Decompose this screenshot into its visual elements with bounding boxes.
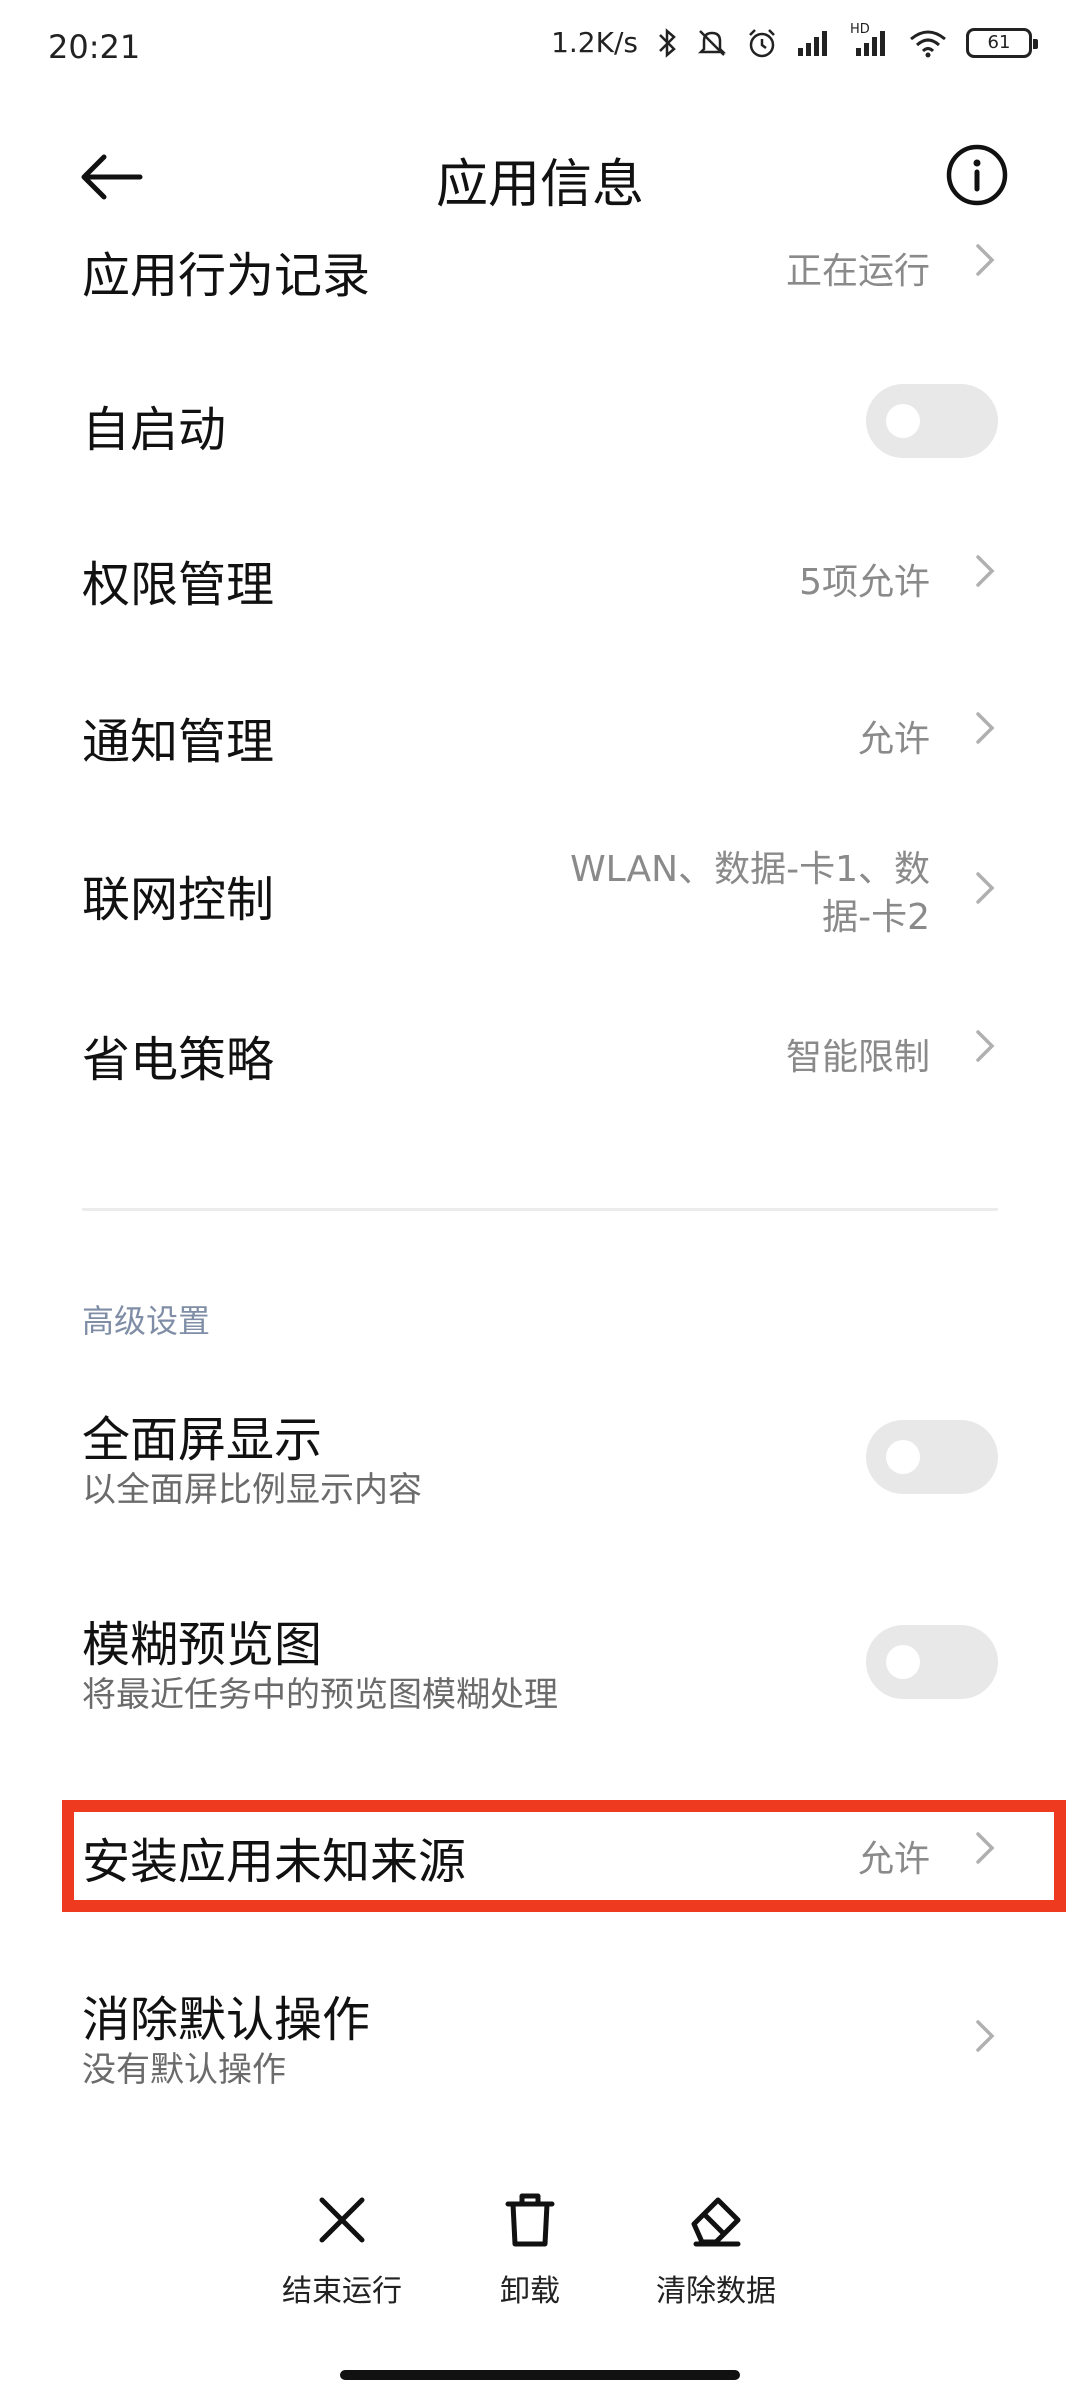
clear-data-button[interactable]: 清除数据 bbox=[626, 2190, 806, 2310]
row-title: 安装应用未知来源 bbox=[82, 1834, 467, 1890]
chevron-right-icon bbox=[976, 244, 995, 276]
signal-hd-icon: HD bbox=[850, 22, 890, 58]
bottom-action-bar: 结束运行 卸载 清除数据 bbox=[0, 2190, 1080, 2330]
row-title: 消除默认操作 bbox=[82, 1992, 371, 2048]
row-battery-saver[interactable]: 省电策略 智能限制 bbox=[0, 1020, 1080, 1090]
status-time: 20:21 bbox=[48, 28, 141, 66]
row-value-line2: 据-卡2 bbox=[822, 897, 930, 938]
row-blur-preview: 模糊预览图 将最近任务中的预览图模糊处理 bbox=[0, 1605, 1080, 1725]
row-subtitle: 没有默认操作 bbox=[82, 2050, 286, 2090]
alarm-icon bbox=[749, 28, 775, 57]
row-title: 权限管理 bbox=[82, 557, 275, 613]
row-permissions[interactable]: 权限管理 5项允许 bbox=[0, 545, 1080, 615]
page-title: 应用信息 bbox=[435, 155, 644, 215]
row-unknown-sources[interactable]: 安装应用未知来源 允许 bbox=[0, 1822, 1080, 1892]
toggle-knob bbox=[886, 1645, 920, 1679]
row-network-control[interactable]: 联网控制 WLAN、数据-卡1、数 据-卡2 bbox=[0, 840, 1080, 950]
fullscreen-toggle[interactable] bbox=[866, 1420, 998, 1494]
force-stop-button[interactable]: 结束运行 bbox=[252, 2190, 432, 2310]
battery-icon: 61 bbox=[966, 27, 1038, 58]
row-subtitle: 将最近任务中的预览图模糊处理 bbox=[82, 1675, 558, 1715]
toggle-knob bbox=[886, 1440, 920, 1474]
app-header: 应用信息 bbox=[0, 120, 1080, 230]
home-indicator[interactable] bbox=[340, 2370, 740, 2380]
chevron-right-icon bbox=[976, 2020, 995, 2052]
row-fullscreen: 全面屏显示 以全面屏比例显示内容 bbox=[0, 1400, 1080, 1520]
row-notifications[interactable]: 通知管理 允许 bbox=[0, 702, 1080, 772]
chevron-right-icon bbox=[976, 1030, 995, 1062]
row-title: 联网控制 bbox=[82, 872, 275, 928]
row-clear-defaults[interactable]: 消除默认操作 没有默认操作 bbox=[0, 1980, 1080, 2100]
blur-preview-toggle[interactable] bbox=[866, 1625, 998, 1699]
row-value: 正在运行 bbox=[785, 251, 930, 292]
eraser-icon bbox=[691, 2197, 741, 2247]
row-title: 模糊预览图 bbox=[82, 1617, 323, 1673]
row-app-behavior[interactable]: 应用行为记录 正在运行 bbox=[0, 236, 1080, 304]
chevron-right-icon bbox=[976, 555, 995, 587]
chevron-right-icon bbox=[976, 872, 995, 904]
autostart-toggle[interactable] bbox=[866, 384, 998, 458]
action-label: 卸载 bbox=[500, 2274, 560, 2309]
bluetooth-icon bbox=[659, 27, 676, 58]
mute-icon bbox=[697, 29, 727, 56]
chevron-right-icon bbox=[976, 712, 995, 744]
row-title: 省电策略 bbox=[82, 1032, 275, 1088]
section-divider bbox=[82, 1208, 998, 1211]
info-button[interactable] bbox=[944, 142, 1010, 208]
network-speed: 1.2K/s bbox=[551, 26, 638, 59]
row-autostart: 自启动 bbox=[0, 380, 1080, 460]
action-label: 清除数据 bbox=[656, 2274, 776, 2309]
wifi-icon bbox=[910, 30, 946, 57]
uninstall-button[interactable]: 卸载 bbox=[440, 2190, 620, 2310]
section-title-advanced: 高级设置 bbox=[82, 1302, 211, 1340]
row-value: 智能限制 bbox=[785, 1037, 930, 1078]
row-value: 5项允许 bbox=[799, 562, 930, 603]
row-title: 自启动 bbox=[82, 402, 227, 458]
status-icons: 1.2K/s HD 61 bbox=[551, 22, 1038, 59]
chevron-right-icon bbox=[976, 1832, 995, 1864]
status-bar: 20:21 1.2K/s HD 61 bbox=[0, 0, 1080, 96]
row-title: 全面屏显示 bbox=[82, 1412, 323, 1468]
row-title: 应用行为记录 bbox=[82, 248, 371, 304]
row-value: 允许 bbox=[857, 1839, 930, 1880]
row-title: 通知管理 bbox=[82, 714, 275, 770]
info-icon bbox=[946, 144, 1008, 206]
row-value-line1: WLAN、数据-卡1、数 bbox=[570, 849, 930, 890]
toggle-knob bbox=[886, 404, 920, 438]
trash-icon bbox=[505, 2193, 555, 2247]
close-x-icon bbox=[319, 2197, 365, 2243]
row-subtitle: 以全面屏比例显示内容 bbox=[82, 1470, 422, 1510]
battery-level: 61 bbox=[987, 32, 1011, 53]
signal-icon bbox=[798, 30, 827, 56]
action-label: 结束运行 bbox=[282, 2274, 402, 2309]
row-value: 允许 bbox=[857, 719, 930, 760]
